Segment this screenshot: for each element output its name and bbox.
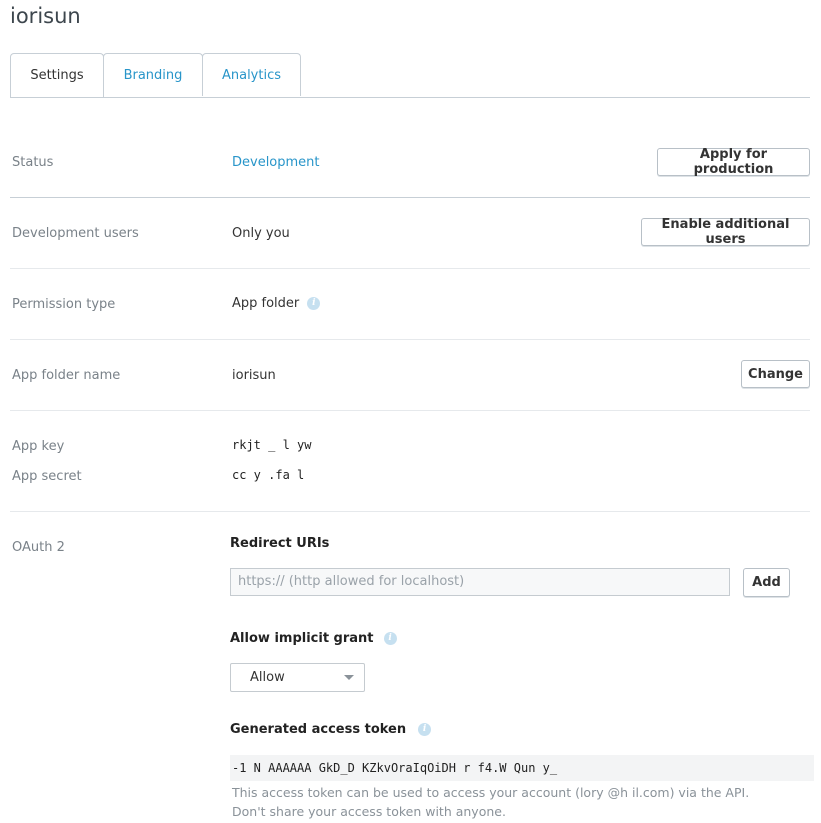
access-token-field[interactable]: -1 N AAAAAA GkD_D KZkvOraIqOiDH r f4.W Q… bbox=[230, 755, 814, 781]
access-token-hint-1: This access token can be used to access … bbox=[232, 785, 750, 800]
change-folder-button[interactable]: Change bbox=[741, 360, 810, 388]
info-icon[interactable]: i bbox=[418, 723, 432, 736]
generated-access-token-heading: Generated access token i bbox=[230, 722, 432, 737]
tab-analytics[interactable]: Analytics bbox=[202, 53, 301, 96]
tab-bar: Settings Branding Analytics bbox=[10, 53, 810, 98]
permission-type-value: App folder i bbox=[232, 296, 321, 311]
add-redirect-uri-button[interactable]: Add bbox=[743, 568, 790, 597]
status-row: Status Development Apply for production bbox=[10, 127, 810, 198]
access-token-value: -1 N AAAAAA GkD_D KZkvOraIqOiDH r f4.W Q… bbox=[232, 761, 558, 775]
app-secret-value: cc y .fa l bbox=[232, 468, 305, 482]
app-key-label: App key bbox=[12, 439, 65, 454]
oauth2-label: OAuth 2 bbox=[12, 540, 65, 555]
tab-settings[interactable]: Settings bbox=[10, 53, 104, 97]
status-value: Development bbox=[232, 155, 320, 170]
allow-implicit-grant-heading: Allow implicit grant i bbox=[230, 631, 397, 646]
app-key-value: rkjt _ l yw bbox=[232, 438, 312, 452]
apply-for-production-button[interactable]: Apply for production bbox=[657, 147, 810, 177]
app-folder-name-row: App folder name iorisun Change bbox=[10, 340, 810, 411]
app-secret-label: App secret bbox=[12, 469, 82, 484]
access-token-hint-2: Don't share your access token with anyon… bbox=[232, 804, 506, 819]
implicit-grant-value: Allow bbox=[250, 670, 285, 685]
development-users-label: Development users bbox=[12, 226, 139, 241]
implicit-grant-select[interactable]: Allow bbox=[230, 663, 365, 692]
info-icon[interactable]: i bbox=[307, 297, 321, 310]
redirect-uri-input[interactable]: https:// (http allowed for localhost) bbox=[230, 568, 730, 596]
permission-type-label: Permission type bbox=[12, 297, 116, 312]
generated-access-token-text: Generated access token bbox=[230, 722, 407, 737]
info-icon[interactable]: i bbox=[383, 632, 397, 645]
tab-branding[interactable]: Branding bbox=[103, 53, 203, 96]
app-keys-row: App key rkjt _ l yw App secret cc y .fa … bbox=[10, 411, 810, 512]
permission-type-row: Permission type App folder i bbox=[10, 269, 810, 340]
app-folder-name-label: App folder name bbox=[12, 368, 121, 383]
redirect-uris-heading: Redirect URIs bbox=[230, 536, 330, 551]
enable-additional-users-button[interactable]: Enable additional users bbox=[641, 217, 810, 247]
app-title: iorisun bbox=[10, 4, 81, 28]
permission-type-text: App folder bbox=[232, 296, 300, 311]
app-folder-name-value: iorisun bbox=[232, 368, 276, 383]
development-users-value: Only you bbox=[232, 226, 290, 241]
allow-implicit-grant-text: Allow implicit grant bbox=[230, 631, 374, 646]
status-label: Status bbox=[12, 155, 54, 170]
chevron-down-icon bbox=[344, 675, 354, 680]
development-users-row: Development users Only you Enable additi… bbox=[10, 198, 810, 269]
